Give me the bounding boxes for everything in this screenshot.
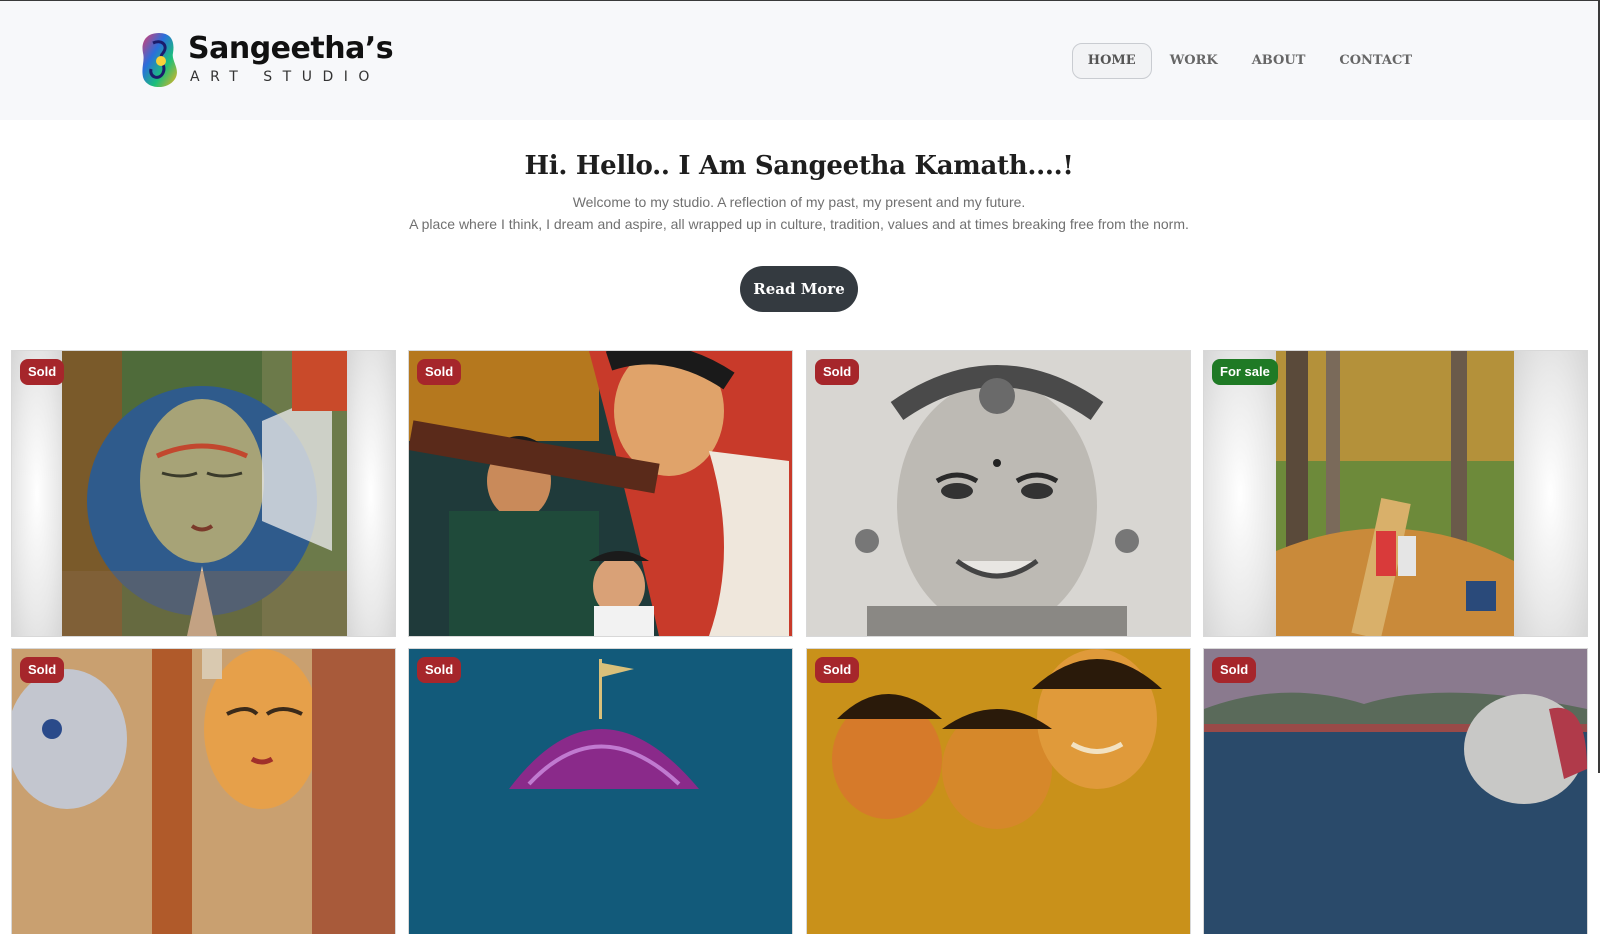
artwork-card[interactable]: For sale <box>1204 351 1587 636</box>
nav-work[interactable]: WORK <box>1154 43 1234 79</box>
status-badge: Sold <box>20 657 65 683</box>
artwork-card[interactable]: Sold <box>409 649 792 934</box>
brand-name: Sangeetha’s <box>188 31 394 66</box>
artwork-card[interactable]: Sold <box>12 351 395 636</box>
site-header: Sangeetha’s ART STUDIO HOME WORK ABOUT C… <box>0 1 1598 120</box>
artwork-card[interactable]: Sold <box>807 351 1190 636</box>
status-badge: Sold <box>20 359 65 385</box>
site-logo[interactable]: Sangeetha’s ART STUDIO <box>139 29 394 93</box>
status-badge: Sold <box>417 359 462 385</box>
artwork-card[interactable]: Sold <box>807 649 1190 934</box>
artwork-card[interactable]: Sold <box>1204 649 1587 934</box>
artwork-image <box>12 649 395 934</box>
artwork-image <box>1204 649 1587 934</box>
artwork-image <box>409 649 792 934</box>
status-badge: For sale <box>1212 359 1278 385</box>
artwork-card[interactable]: Sold <box>12 649 395 934</box>
nav-contact[interactable]: CONTACT <box>1323 43 1428 79</box>
read-more-button[interactable]: Read More <box>740 266 858 312</box>
page-title: Hi. Hello.. I Am Sangeetha Kamath....! <box>524 151 1074 181</box>
nav-about[interactable]: ABOUT <box>1236 43 1322 79</box>
artwork-card[interactable]: Sold <box>409 351 792 636</box>
artwork-image <box>62 351 347 636</box>
intro-line-1: Welcome to my studio. A reflection of my… <box>572 194 1026 210</box>
brand-subtitle: ART STUDIO <box>190 69 380 85</box>
artwork-image <box>807 649 1190 934</box>
status-badge: Sold <box>1212 657 1257 683</box>
artwork-image <box>1276 351 1514 636</box>
status-badge: Sold <box>815 359 860 385</box>
logo-mark-icon <box>142 33 177 88</box>
status-badge: Sold <box>417 657 462 683</box>
intro-line-2: A place where I think, I dream and aspir… <box>409 216 1189 232</box>
intro-section: Hi. Hello.. I Am Sangeetha Kamath....! W… <box>0 151 1598 235</box>
artwork-image <box>409 351 792 636</box>
main-nav: HOME WORK ABOUT CONTACT <box>1070 43 1428 79</box>
artwork-image <box>807 351 1190 636</box>
nav-home[interactable]: HOME <box>1071 43 1152 79</box>
status-badge: Sold <box>815 657 860 683</box>
